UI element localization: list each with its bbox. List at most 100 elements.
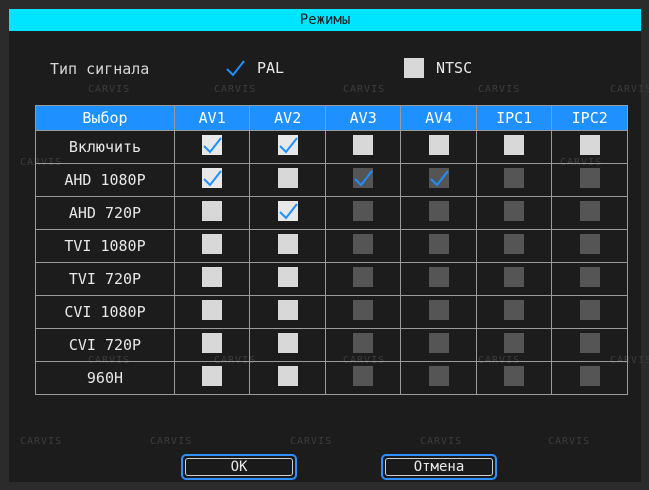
- mode-checkbox[interactable]: [504, 300, 525, 320]
- mode-checkbox[interactable]: [202, 168, 223, 188]
- mode-checkbox[interactable]: [277, 333, 298, 353]
- table-row: Включить: [35, 130, 628, 164]
- mode-checkbox[interactable]: [277, 201, 298, 221]
- mode-checkbox[interactable]: [353, 333, 374, 353]
- table-cell: [173, 262, 251, 296]
- mode-checkbox[interactable]: [353, 267, 374, 287]
- table-cell: [400, 262, 477, 296]
- mode-checkbox[interactable]: [579, 300, 600, 320]
- mode-checkbox[interactable]: [353, 135, 374, 155]
- table-cell: [400, 196, 477, 230]
- mode-checkbox[interactable]: [353, 168, 374, 188]
- table-row: TVI 720P: [35, 262, 628, 296]
- table-cell: [551, 229, 628, 263]
- table-cell: [475, 196, 553, 230]
- mode-checkbox[interactable]: [428, 267, 449, 287]
- watermark-logo: CARVIS: [478, 84, 521, 95]
- column-header: AV3: [324, 105, 402, 131]
- table-cell: [324, 361, 402, 395]
- table-cell: [173, 130, 251, 164]
- watermark-logo: CARVIS: [610, 84, 649, 95]
- mode-checkbox[interactable]: [277, 300, 298, 320]
- table-cell: [551, 130, 628, 164]
- table-cell: [249, 229, 326, 263]
- mode-checkbox[interactable]: [353, 201, 374, 221]
- watermark-logo: CARVIS: [150, 436, 193, 447]
- table-cell: [551, 196, 628, 230]
- ntsc-checkbox[interactable]: [404, 58, 424, 78]
- ntsc-option[interactable]: NTSC: [404, 58, 472, 78]
- table-cell: [475, 262, 553, 296]
- mode-checkbox[interactable]: [202, 267, 223, 287]
- mode-checkbox[interactable]: [202, 300, 223, 320]
- ntsc-label: NTSC: [436, 59, 473, 77]
- mode-checkbox[interactable]: [277, 168, 298, 188]
- mode-checkbox[interactable]: [579, 234, 600, 254]
- mode-checkbox[interactable]: [504, 168, 525, 188]
- mode-checkbox[interactable]: [428, 201, 449, 221]
- table-row: CVI 1080P: [35, 295, 628, 329]
- table-cell: [249, 328, 326, 362]
- watermark-logo: CARVIS: [548, 436, 591, 447]
- row-label: AHD 720P: [35, 196, 175, 230]
- mode-checkbox[interactable]: [202, 234, 223, 254]
- mode-checkbox[interactable]: [428, 135, 449, 155]
- mode-checkbox[interactable]: [277, 366, 298, 386]
- table-cell: [400, 295, 477, 329]
- mode-checkbox[interactable]: [504, 366, 525, 386]
- table-cell: [324, 295, 402, 329]
- table-row: 960H: [35, 361, 628, 395]
- table-cell: [400, 361, 477, 395]
- mode-checkbox[interactable]: [428, 366, 449, 386]
- mode-checkbox[interactable]: [504, 135, 525, 155]
- pal-label: PAL: [257, 59, 285, 77]
- mode-checkbox[interactable]: [202, 135, 223, 155]
- ok-button[interactable]: OK: [181, 454, 297, 480]
- table-cell: [324, 163, 402, 197]
- table-cell: [475, 361, 553, 395]
- pal-option[interactable]: PAL: [225, 58, 284, 78]
- mode-checkbox[interactable]: [579, 267, 600, 287]
- table-cell: [173, 361, 251, 395]
- mode-checkbox[interactable]: [277, 234, 298, 254]
- table-row: TVI 1080P: [35, 229, 628, 263]
- mode-checkbox[interactable]: [277, 267, 298, 287]
- mode-checkbox[interactable]: [579, 135, 600, 155]
- table-cell: [173, 196, 251, 230]
- mode-checkbox[interactable]: [504, 234, 525, 254]
- mode-checkbox[interactable]: [277, 135, 298, 155]
- mode-checkbox[interactable]: [202, 366, 223, 386]
- mode-checkbox[interactable]: [428, 333, 449, 353]
- mode-checkbox[interactable]: [504, 333, 525, 353]
- table-cell: [551, 295, 628, 329]
- mode-checkbox[interactable]: [579, 333, 600, 353]
- watermark-logo: CARVIS: [420, 436, 463, 447]
- table-cell: [249, 361, 326, 395]
- pal-checkbox[interactable]: [225, 58, 245, 78]
- watermark-logo: CARVIS: [214, 84, 257, 95]
- mode-checkbox[interactable]: [353, 366, 374, 386]
- row-label: 960H: [35, 361, 175, 395]
- row-label: CVI 720P: [35, 328, 175, 362]
- mode-checkbox[interactable]: [202, 201, 223, 221]
- table-cell: [400, 328, 477, 362]
- mode-checkbox[interactable]: [504, 201, 525, 221]
- mode-checkbox[interactable]: [428, 168, 449, 188]
- column-header: AV1: [173, 105, 251, 131]
- mode-checkbox[interactable]: [504, 267, 525, 287]
- mode-checkbox[interactable]: [428, 234, 449, 254]
- mode-checkbox[interactable]: [202, 333, 223, 353]
- mode-checkbox[interactable]: [579, 168, 600, 188]
- mode-checkbox[interactable]: [579, 366, 600, 386]
- table-cell: [551, 328, 628, 362]
- cancel-button[interactable]: Отмена: [381, 454, 497, 480]
- mode-table: Выбор AV1 AV2 AV3 AV4 IPC1 IPC2 Включить AHD 108…: [35, 105, 628, 395]
- mode-checkbox[interactable]: [428, 300, 449, 320]
- mode-checkbox[interactable]: [353, 300, 374, 320]
- column-header: Выбор: [35, 105, 175, 131]
- mode-checkbox[interactable]: [579, 201, 600, 221]
- watermark-logo: CARVIS: [88, 84, 131, 95]
- mode-checkbox[interactable]: [353, 234, 374, 254]
- row-label: AHD 1080P: [35, 163, 175, 197]
- table-cell: [173, 229, 251, 263]
